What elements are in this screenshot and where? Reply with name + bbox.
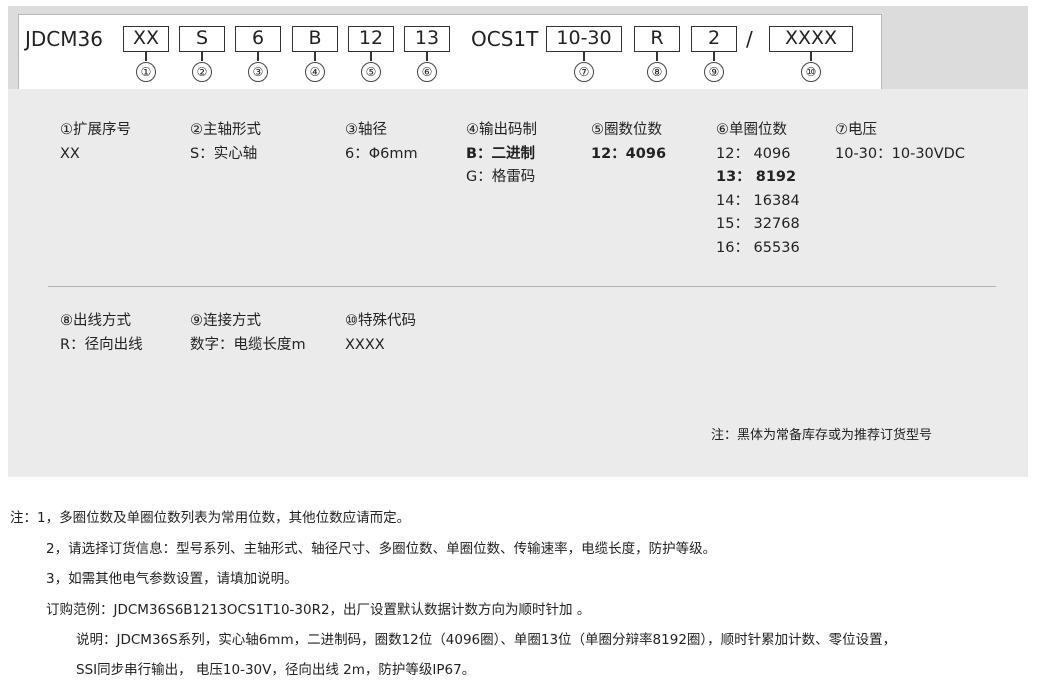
field-value: 10-30：10-30VDC — [835, 145, 965, 162]
code-tick-2 — [201, 52, 203, 61]
code-seg-1: XX — [123, 26, 169, 52]
code-seg-9: 2 — [691, 26, 737, 52]
field-value: R：径向出线 — [60, 336, 143, 353]
code-tick-1 — [145, 52, 147, 61]
code-tick-9 — [713, 52, 715, 61]
note-3: 3，如需其他电气参数设置，请填加说明。 — [46, 571, 298, 587]
field-header: ⑨连接方式 — [190, 313, 261, 329]
field-header: ⑤圈数位数 — [591, 122, 662, 138]
spec-panel: ①扩展序号 XX ②主轴形式 S：实心轴 ③轴径 6：Φ6mm ④输出码制 B：… — [8, 89, 1028, 477]
stock-remark: 注：黑体为常备库存或为推荐订货型号 — [711, 428, 933, 443]
field-special-code: ⑩特殊代码 XXXX — [345, 310, 416, 357]
field-value: 12： 4096 — [716, 145, 791, 162]
field-value: XXXX — [345, 336, 385, 353]
field-value: 16： 65536 — [716, 239, 800, 256]
example-explanation-1: 说明：JDCM36S系列，实心轴6mm，二进制码，圈数12位（4096圈）、单圈… — [76, 632, 897, 648]
field-header: ⑥单圈位数 — [716, 122, 787, 138]
code-num-9: ⑨ — [704, 62, 724, 82]
code-prefix: JDCM36 — [25, 27, 103, 51]
order-example: 订购范例：JDCM36S6B1213OCS1T10-30R2，出厂设置默认数据计… — [46, 602, 591, 618]
field-header: ④输出码制 — [466, 122, 537, 138]
field-value: G：格雷码 — [466, 169, 536, 185]
code-num-1: ① — [136, 62, 156, 82]
field-value: 15： 32768 — [716, 216, 800, 232]
field-value: 数字：电缆长度m — [190, 336, 306, 353]
code-tick-8 — [656, 52, 658, 61]
code-middle: OCS1T — [471, 27, 539, 51]
code-num-2: ② — [192, 62, 212, 82]
field-cable-exit: ⑧出线方式 R：径向出线 — [60, 310, 143, 357]
field-extension-no: ①扩展序号 XX — [60, 119, 131, 166]
code-num-7: ⑦ — [574, 62, 594, 82]
field-header: ⑧出线方式 — [60, 313, 131, 329]
note-2: 2，请选择订货信息：型号系列、主轴形式、轴径尺寸、多圈位数、单圈位数、传输速率，… — [46, 541, 717, 557]
field-shaft-type: ②主轴形式 S：实心轴 — [190, 119, 261, 166]
code-num-6: ⑥ — [417, 62, 437, 82]
field-header: ③轴径 — [345, 122, 387, 138]
field-value: 13： 8192 — [716, 169, 797, 185]
code-num-3: ③ — [248, 62, 268, 82]
code-num-8: ⑧ — [647, 62, 667, 82]
code-seg-8: R — [634, 26, 680, 52]
code-tick-5 — [370, 52, 372, 61]
field-header: ⑩特殊代码 — [345, 313, 416, 329]
code-seg-3: 6 — [235, 26, 281, 52]
code-tick-10 — [810, 52, 812, 61]
code-num-4: ④ — [305, 62, 325, 82]
field-value: 14： 16384 — [716, 192, 800, 209]
field-value: 6：Φ6mm — [345, 145, 418, 162]
field-single-turn-bits: ⑥单圈位数 12： 4096 13： 8192 14： 16384 15： 32… — [716, 119, 800, 260]
panel-divider — [48, 286, 996, 287]
code-seg-6: 13 — [404, 26, 450, 52]
field-value: S：实心轴 — [190, 145, 258, 162]
code-tick-6 — [426, 52, 428, 61]
field-header: ⑦电压 — [835, 122, 877, 138]
field-shaft-diameter: ③轴径 6：Φ6mm — [345, 119, 418, 166]
model-code-bar: JDCM36 XX ① S ② 6 ③ B ④ 12 ⑤ 13 ⑥ OCS1T … — [8, 6, 1028, 90]
code-seg-7: 10-30 — [546, 26, 622, 52]
code-num-5: ⑤ — [361, 62, 381, 82]
code-num-10: ⑩ — [801, 62, 821, 82]
code-slash: / — [746, 27, 753, 51]
code-seg-4: B — [292, 26, 338, 52]
field-voltage: ⑦电压 10-30：10-30VDC — [835, 119, 965, 166]
field-value: B：二进制 — [466, 145, 536, 162]
code-seg-10: XXXX — [769, 26, 853, 52]
note-1: 注：1，多圈位数及单圈位数列表为常用位数，其他位数应请而定。 — [10, 510, 411, 526]
code-seg-5: 12 — [348, 26, 394, 52]
field-connection: ⑨连接方式 数字：电缆长度m — [190, 310, 306, 357]
code-tick-3 — [257, 52, 259, 61]
model-code-box: JDCM36 XX ① S ② 6 ③ B ④ 12 ⑤ 13 ⑥ OCS1T … — [18, 14, 882, 90]
field-header: ②主轴形式 — [190, 122, 261, 138]
code-tick-4 — [314, 52, 316, 61]
field-output-code: ④输出码制 B：二进制 G：格雷码 — [466, 119, 537, 190]
code-tick-7 — [583, 52, 585, 61]
code-seg-2: S — [179, 26, 225, 52]
field-value: 12：4096 — [591, 145, 667, 162]
field-value: XX — [60, 145, 80, 162]
example-explanation-2: SSI同步串行输出， 电压10-30V，径向出线 2m，防护等级IP67。 — [76, 662, 476, 678]
field-header: ①扩展序号 — [60, 122, 131, 138]
field-turns-bits: ⑤圈数位数 12：4096 — [591, 119, 666, 166]
